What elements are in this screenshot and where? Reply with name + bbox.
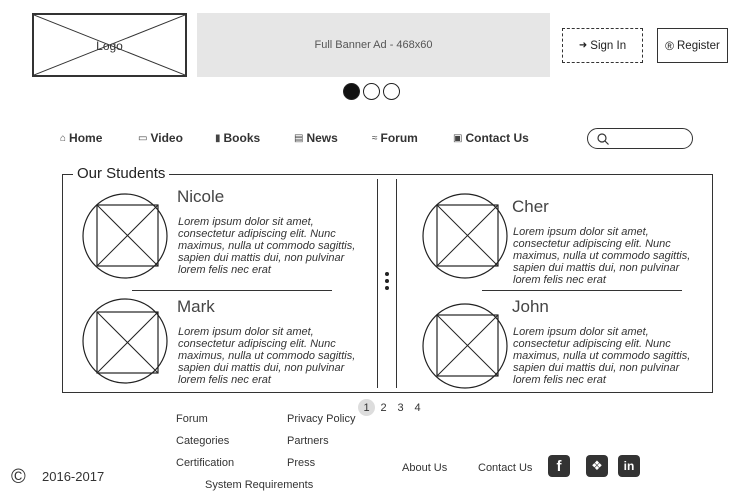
nav-books-label: Books (223, 131, 261, 145)
footer-link-partners[interactable]: Partners (287, 435, 329, 447)
sign-in-button[interactable]: ➜ Sign In (562, 28, 643, 63)
nav-video-label: Video (150, 131, 183, 145)
copyright-icon: © (11, 466, 26, 488)
row-divider-right (482, 290, 682, 291)
id-card-icon: ▣ (453, 132, 463, 144)
nav-home-label: Home (69, 131, 103, 145)
registered-icon: ® (665, 38, 674, 53)
page-1[interactable]: 1 (358, 399, 375, 416)
more-vertical-icon[interactable] (385, 272, 389, 293)
avatar-placeholder-icon (82, 193, 168, 279)
avatar-placeholder-icon (422, 303, 508, 389)
page-2[interactable]: 2 (375, 399, 392, 416)
banner-ad-label: Full Banner Ad - 468x60 (314, 39, 433, 51)
student-name[interactable]: Cher (512, 197, 549, 217)
panel-title: Our Students (73, 165, 170, 182)
footer-link-about-us[interactable]: About Us (402, 462, 447, 474)
banner-ad[interactable]: Full Banner Ad - 468x60 (197, 13, 550, 77)
newspaper-icon: ▤ (294, 132, 304, 144)
student-description: Lorem ipsum dolor sit amet, consectetur … (178, 326, 356, 386)
student-name[interactable]: Mark (177, 297, 215, 317)
carousel-dot-3[interactable] (383, 83, 400, 100)
carousel-dot-1[interactable] (343, 83, 360, 100)
student-description: Lorem ipsum dolor sit amet, consectetur … (513, 326, 691, 386)
footer-link-press[interactable]: Press (287, 457, 315, 469)
sign-in-icon: ➜ (578, 40, 588, 51)
search-input[interactable] (587, 128, 693, 149)
nav-books[interactable]: ▮ Books (215, 131, 260, 145)
register-button[interactable]: ® Register (657, 28, 728, 63)
footer-link-contact-us[interactable]: Contact Us (478, 462, 532, 474)
nav-news[interactable]: ▤ News (294, 131, 338, 145)
footer-link-privacy-policy[interactable]: Privacy Policy (287, 413, 355, 425)
search-icon (597, 133, 609, 145)
nav-forum[interactable]: ≈ Forum (372, 131, 418, 145)
student-name[interactable]: John (512, 297, 549, 317)
column-divider-right (396, 179, 397, 388)
logo[interactable]: Logo (32, 13, 187, 77)
footer-link-forum[interactable]: Forum (176, 413, 208, 425)
student-description: Lorem ipsum dolor sit amet, consectetur … (513, 226, 691, 286)
facebook-icon[interactable]: f (548, 455, 570, 477)
row-divider-left (132, 290, 332, 291)
video-icon: ▭ (138, 132, 148, 144)
sign-in-label: Sign In (590, 39, 627, 52)
avatar-placeholder-icon (82, 298, 168, 384)
forum-icon: ≈ (372, 132, 378, 144)
logo-label: Logo (96, 39, 123, 53)
nav-home[interactable]: ⌂ Home (60, 131, 102, 145)
student-description: Lorem ipsum dolor sit amet, consectetur … (178, 216, 356, 276)
nav-video[interactable]: ▭ Video (138, 131, 183, 145)
footer-link-certification[interactable]: Certification (176, 457, 234, 469)
student-name[interactable]: Nicole (177, 187, 224, 207)
column-divider-left (377, 179, 378, 388)
carousel-dot-2[interactable] (363, 83, 380, 100)
copyright-text: 2016-2017 (42, 469, 105, 484)
page-4[interactable]: 4 (409, 399, 426, 416)
footer-link-categories[interactable]: Categories (176, 435, 229, 447)
twitter-icon[interactable]: ❖ (586, 455, 608, 477)
footer-link-system-requirements[interactable]: System Requirements (205, 479, 313, 491)
page-3[interactable]: 3 (392, 399, 409, 416)
linkedin-icon[interactable]: in (618, 455, 640, 477)
book-icon: ▮ (215, 132, 221, 144)
nav-contact-us[interactable]: ▣ Contact Us (453, 131, 529, 145)
nav-news-label: News (306, 131, 338, 145)
avatar-placeholder-icon (422, 193, 508, 279)
nav-contact-us-label: Contact Us (465, 131, 529, 145)
register-label: Register (677, 39, 720, 52)
home-icon: ⌂ (60, 132, 67, 144)
nav-forum-label: Forum (380, 131, 418, 145)
